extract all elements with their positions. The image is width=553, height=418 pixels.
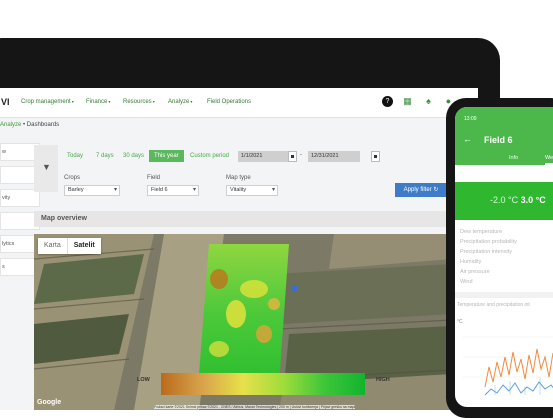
chevron-down-icon: ▾ [190,99,193,104]
breadcrumb: Analyze • Dashboards [0,122,59,128]
map-toggle-satelit[interactable]: Satelit [68,238,101,254]
tab-weather[interactable]: Weat [545,155,553,165]
phone-field-title: Field 6 [484,135,513,145]
date-separator: - [300,152,302,158]
back-arrow-icon[interactable]: ← [463,134,472,144]
period-7-days[interactable]: 7 days [96,153,114,159]
weather-row-label: Humidity [460,259,482,265]
weather-row-label: Precipitation probability [460,239,517,245]
section-divider [455,292,553,298]
breadcrumb-dashboards[interactable]: Dashboards [27,122,59,128]
crops-label: Crops [64,175,81,181]
filter-toggle[interactable]: ▼ [34,145,58,192]
filter-panel: Today 7 days 30 days This year Custom pe… [62,145,452,205]
help-icon[interactable]: ? [382,96,393,107]
map-type-select[interactable]: Vitality [226,185,278,196]
tablet-screen: VI Crop management▾ Finance▾ Resources▾ … [0,88,478,410]
map-type-toggle: Karta Satelit [38,238,101,254]
temperature-chart-unit: °C [457,319,463,325]
legend-low-label: LOW [137,377,150,383]
filter-funnel-icon: ▼ [42,162,51,172]
app-logo: VI [1,97,10,107]
period-30-days[interactable]: 30 days [123,153,144,159]
temp-max: 3.0 °C [520,195,546,205]
weather-row-label: Air pressure [460,269,490,275]
nav-field-operations[interactable]: Field Operations [207,99,251,105]
map-toggle-karta[interactable]: Karta [38,238,68,254]
temp-min: -2.0 °C [490,195,519,205]
chevron-down-icon: ▾ [108,99,111,104]
date-to-field[interactable]: 12/31/2021 [308,151,360,162]
weather-row-label: Precipitation intensity [460,249,512,255]
legend-high-label: HIGH [376,377,390,383]
nav-resources[interactable]: Resources▾ [123,99,155,105]
temperature-chart-title: Temperature and precipitation int [457,302,530,308]
chevron-down-icon: ▾ [71,99,74,104]
nav-finance[interactable]: Finance▾ [86,99,110,105]
period-this-year[interactable]: This year [149,150,184,162]
map-type-label: Map type [226,175,251,181]
calendar-icon[interactable]: ▦ [402,96,413,107]
field-label: Field [147,175,161,181]
period-custom[interactable]: Custom period [190,153,229,159]
nav-analyze[interactable]: Analyze▾ [168,99,192,105]
map-attribution[interactable]: Podaci karte ©2021 Snimci prikaz ©2021 ,… [154,405,356,409]
nav-crop-management[interactable]: Crop management▾ [21,99,74,105]
google-logo: Google [37,399,62,406]
phone-status-time: 13:09 [464,116,477,122]
top-navigation-bar: VI Crop management▾ Finance▾ Resources▾ … [0,88,478,118]
apply-filter-button[interactable]: Apply filter ↻ [395,183,447,197]
bell-icon[interactable]: ♠ [423,96,434,107]
temperature-mini-chart [463,336,553,396]
chevron-down-icon: ▾ [152,99,155,104]
date-from-field[interactable]: 1/1/2021 [238,151,290,162]
weather-row-label: Dew temperature [460,229,503,235]
vitality-legend-gradient [161,373,365,395]
phone-header: 13:09 ← Field 6 Info Weat [455,107,553,165]
field-select[interactable]: Field 6 [147,185,199,196]
breadcrumb-analyze[interactable]: Analyze [0,122,21,128]
weather-row-label: Wind [460,279,473,285]
tablet-device-frame: VI Crop management▾ Finance▾ Resources▾ … [0,38,500,410]
temperature-range: -2.0 °C 3.0 °C [490,195,546,205]
phone-screen: 13:09 ← Field 6 Info Weat -2.0 °C 3.0 °C… [455,107,553,407]
map-overview-header: Map overview [34,211,454,227]
phone-device-frame: 13:09 ← Field 6 Info Weat -2.0 °C 3.0 °C… [446,98,553,418]
crops-select[interactable]: Barley [64,185,120,196]
calendar-icon[interactable] [371,151,380,162]
calendar-icon[interactable] [288,151,297,162]
tab-info[interactable]: Info [509,155,518,161]
period-today[interactable]: Today [67,153,83,159]
